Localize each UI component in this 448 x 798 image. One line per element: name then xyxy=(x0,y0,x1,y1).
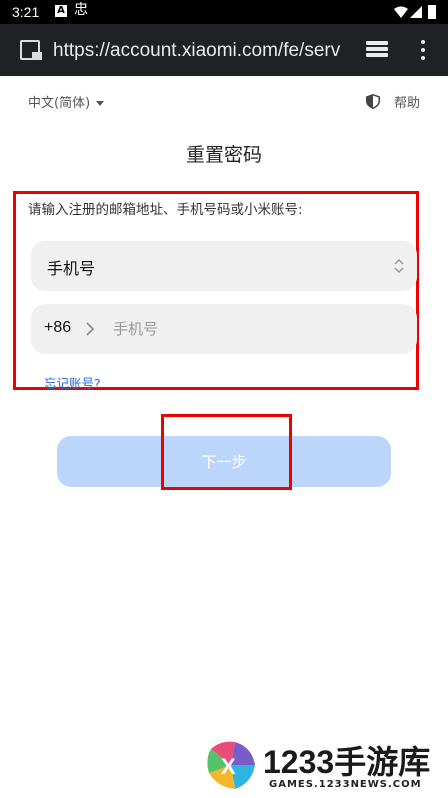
watermark-url: GAMES.1233NEWS.COM xyxy=(269,779,422,790)
browser-toolbar: https://account.xiaomi.com/fe/serv xyxy=(0,24,448,76)
notification-game-icon: 忠 xyxy=(74,2,88,18)
instruction-text: 请输入注册的邮箱地址、手机号码或小米账号: xyxy=(28,202,303,218)
caret-down-icon xyxy=(96,101,105,106)
phone-input[interactable] xyxy=(113,314,403,344)
tabs-stack-icon[interactable] xyxy=(366,41,388,59)
site-info-lock-icon[interactable] xyxy=(20,40,42,60)
watermark-logo-icon: X xyxy=(206,740,256,790)
status-time: 3:21 xyxy=(12,4,40,20)
wifi-icon xyxy=(394,6,408,18)
watermark: X 1233手游库 GAMES.1233NEWS.COM xyxy=(205,735,448,798)
url-field[interactable]: https://account.xiaomi.com/fe/serv xyxy=(53,40,343,62)
signal-icon xyxy=(410,6,422,18)
status-bar: 3:21 A 忠 xyxy=(0,0,448,24)
highlight-box-next xyxy=(161,414,292,490)
notification-a-icon: A xyxy=(55,5,67,17)
battery-icon xyxy=(428,5,436,19)
account-type-value: 手机号 xyxy=(47,259,96,278)
chevron-right-icon[interactable] xyxy=(86,322,94,336)
watermark-title: 1233手游库 xyxy=(263,744,431,780)
more-vert-icon[interactable] xyxy=(420,40,426,62)
language-label: 中文(简体) xyxy=(28,96,91,111)
svg-text:X: X xyxy=(221,754,236,779)
help-link[interactable]: 帮助 xyxy=(365,92,420,111)
shield-icon xyxy=(365,94,380,109)
account-type-select[interactable]: 手机号 xyxy=(31,241,417,291)
country-code[interactable]: +86 xyxy=(44,319,71,337)
forgot-account-link[interactable]: 忘记账号? xyxy=(44,373,101,392)
help-label: 帮助 xyxy=(393,96,420,111)
page-title: 重置密码 xyxy=(185,144,262,166)
chevron-updown-icon xyxy=(394,258,404,274)
language-selector[interactable]: 中文(简体) xyxy=(28,92,105,111)
phone-field: +86 xyxy=(31,304,417,354)
